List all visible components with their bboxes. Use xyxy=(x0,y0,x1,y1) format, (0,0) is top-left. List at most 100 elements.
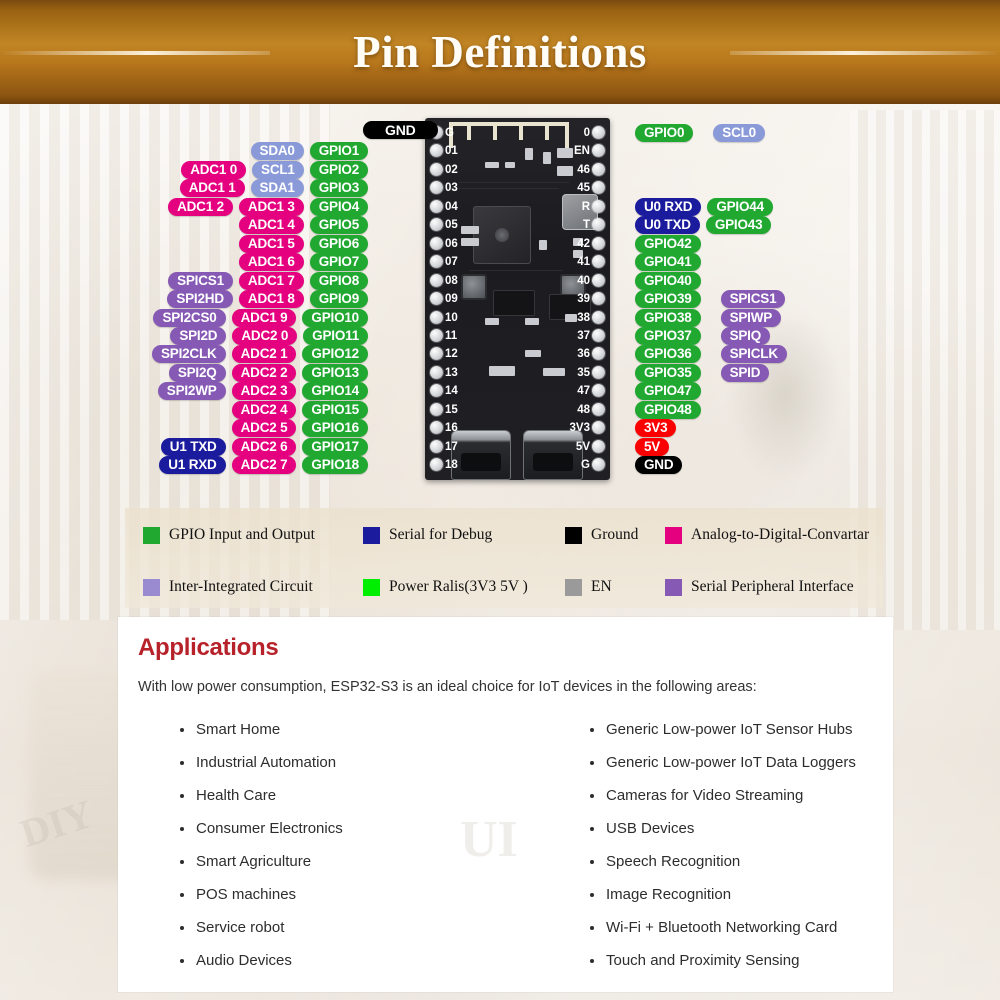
pill-gpio41: GPIO41 xyxy=(635,253,701,272)
pin-row-right: 3V3 xyxy=(635,419,1000,438)
legend-label: Ground xyxy=(591,526,639,543)
legend-item: Serial Peripheral Interface xyxy=(665,578,854,596)
pin-hole-right xyxy=(592,458,605,472)
pill-spics1: SPICS1 xyxy=(168,271,233,290)
application-list-item: Speech Recognition xyxy=(586,853,916,871)
pill-gpio7: GPIO7 xyxy=(309,253,368,272)
pin-number-left: 02 xyxy=(445,163,458,176)
application-list-item: Image Recognition xyxy=(586,886,916,904)
pill-adc2_4: ADC2 4 xyxy=(231,400,297,419)
pin-row-right: GPIO0 SCL0 xyxy=(635,124,1000,142)
pill-3v3: 3V3 xyxy=(635,419,677,438)
pill-adc2_2: ADC2 2 xyxy=(231,363,297,382)
pin-hole-left xyxy=(430,236,443,250)
legend-label: Power Ralis(3V3 5V ) xyxy=(389,578,528,595)
legend-item: Serial for Debug xyxy=(363,526,492,544)
legend-swatch xyxy=(143,526,160,544)
pin-number-left: 11 xyxy=(445,329,458,342)
pin-number-right: 47 xyxy=(577,385,590,398)
pin-row-right: GPIO38 SPIWP xyxy=(635,308,1000,327)
esp32-s3-chip xyxy=(473,206,531,264)
pin-row-left: SPI2CLK ADC2 1 GPIO12 xyxy=(0,345,368,364)
pin-hole-right xyxy=(592,236,605,250)
legend-swatch xyxy=(143,578,160,596)
pin-row-right: U0 TXD GPIO43 xyxy=(635,216,1000,235)
pin-number-left: 16 xyxy=(445,422,458,435)
pill-spiclk: SPICLK xyxy=(720,345,787,364)
pin-row-left: ADC1 1 SDA1 GPIO3 xyxy=(0,179,368,198)
pin-row-left: ADC1 4 GPIO5 xyxy=(0,216,368,235)
pin-hole-right xyxy=(592,126,605,139)
pin-row-left: SPI2WP ADC2 3 GPIO14 xyxy=(0,382,368,401)
application-list-item: Smart Agriculture xyxy=(176,853,516,871)
pin-number-left: 14 xyxy=(445,385,458,398)
pin-row-left: SPI2CS0 ADC1 9 GPIO10 xyxy=(0,308,368,327)
title-banner: Pin Definitions xyxy=(0,0,1000,104)
applications-panel: Applications With low power consumption,… xyxy=(118,617,893,992)
pill-adc1_6: ADC1 6 xyxy=(238,253,304,272)
pill-adc1_5: ADC1 5 xyxy=(238,234,304,253)
pill-adc1_8: ADC1 8 xyxy=(238,290,304,309)
pill-gpio37: GPIO37 xyxy=(635,326,701,345)
pin-row-left: U1 TXD ADC2 6 GPIO17 xyxy=(0,437,368,456)
legend-swatch xyxy=(363,578,380,596)
pill-gpio16: GPIO16 xyxy=(302,419,368,438)
pill-gpio36: GPIO36 xyxy=(635,345,701,364)
pin-number-left: 10 xyxy=(445,311,458,324)
pill-adc1_9: ADC1 9 xyxy=(231,308,297,327)
pin-row-right: GPIO48 xyxy=(635,400,1000,419)
pin-hole-right xyxy=(592,402,605,416)
pin-row-left: U1 RXD ADC2 7 GPIO18 xyxy=(0,456,368,475)
pin-number-left: 17 xyxy=(445,440,458,453)
legend-swatch xyxy=(665,578,682,596)
legend-swatch xyxy=(363,526,380,544)
applications-list-left: Smart Home Industrial Automation Health Ca… xyxy=(176,721,516,985)
pill-gpio9: GPIO9 xyxy=(309,290,368,309)
legend-row-1: GPIO Input and Output Serial for Debug Gro… xyxy=(125,510,883,560)
legend-item: Ground xyxy=(565,526,638,544)
pill-gpio6: GPIO6 xyxy=(309,234,368,253)
pin-row-right: GPIO41 xyxy=(635,253,1000,272)
pin-row-right: GPIO39 SPICS1 xyxy=(635,290,1000,309)
application-list-item: Generic Low-power IoT Sensor Hubs xyxy=(586,721,916,739)
pill-gpio40: GPIO40 xyxy=(635,271,701,290)
pill-gpio48: GPIO48 xyxy=(635,400,701,419)
pin-row-left: SPICS1 ADC1 7 GPIO8 xyxy=(0,271,368,290)
pill-u1_txd: U1 TXD xyxy=(160,437,226,456)
pill-adc1_2: ADC1 2 xyxy=(168,197,233,216)
legend-item: Power Ralis(3V3 5V ) xyxy=(363,578,528,596)
pill-sda1: SDA1 xyxy=(250,179,304,198)
pill-adc1_3: ADC1 3 xyxy=(238,197,304,216)
application-list-item: Smart Home xyxy=(176,721,516,739)
pin-number-right: 46 xyxy=(577,163,590,176)
legend-label: Serial Peripheral Interface xyxy=(691,578,854,595)
legend-swatch xyxy=(565,578,582,596)
applications-heading: Applications xyxy=(138,634,279,661)
application-list-item: Industrial Automation xyxy=(176,754,516,772)
pin-row-left: SDA0 GPIO1 xyxy=(0,142,368,161)
pill-spi2wp: SPI2WP xyxy=(157,382,226,401)
pin-number-right: R xyxy=(581,200,590,213)
legend-item: GPIO Input and Output xyxy=(143,526,315,544)
pill-spi2cs0: SPI2CS0 xyxy=(153,308,226,327)
pin-number-right: T xyxy=(582,219,590,232)
application-list-item: Consumer Electronics xyxy=(176,820,516,838)
pill-adc1_1: ADC1 1 xyxy=(179,179,245,198)
application-list-item: Health Care xyxy=(176,787,516,805)
pin-number-left: 15 xyxy=(445,403,458,416)
application-list-item: POS machines xyxy=(176,886,516,904)
pin-row-left: ADC1 2 ADC1 3 GPIO4 xyxy=(0,197,368,216)
application-list-item: Wi-Fi + Bluetooth Networking Card xyxy=(586,919,916,937)
pill-gpio38: GPIO38 xyxy=(635,308,701,327)
pin-number-left: 01 xyxy=(445,145,458,158)
pill-gpio10: GPIO10 xyxy=(302,308,368,327)
pill-gpio14: GPIO14 xyxy=(302,382,368,401)
pin-hole-left xyxy=(430,162,443,176)
legend-swatch xyxy=(665,526,682,544)
pin-row-left: SPI2HD ADC1 8 GPIO9 xyxy=(0,290,368,309)
pill-spics1: SPICS1 xyxy=(720,290,786,309)
pin-row-right: GPIO37 SPIQ xyxy=(635,326,1000,345)
pin-hole-right xyxy=(592,199,605,213)
pill-sda0: SDA0 xyxy=(250,142,304,161)
pin-number-right: G xyxy=(581,459,590,472)
